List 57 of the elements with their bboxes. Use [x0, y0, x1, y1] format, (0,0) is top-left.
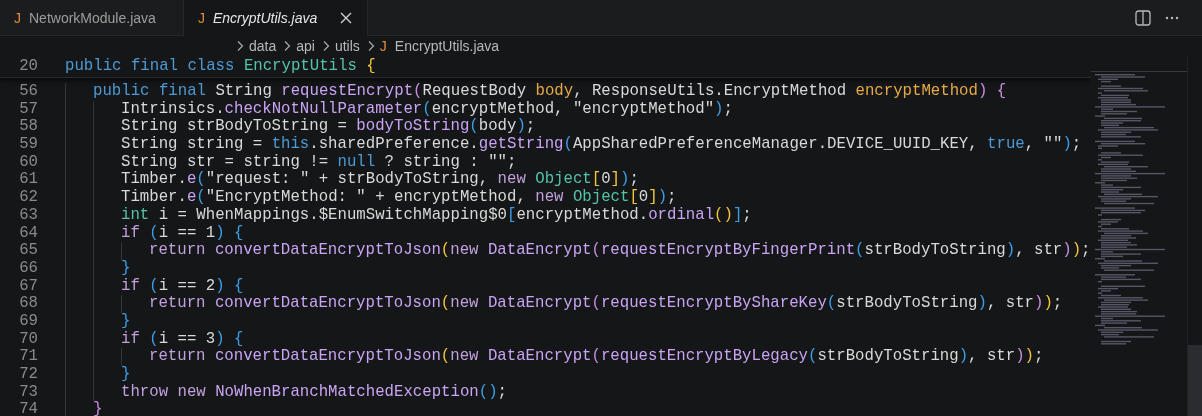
code-line: throw new NoWhenBranchMatchedException();: [65, 383, 507, 402]
line-number: 61: [18, 171, 38, 190]
line-number: 62: [18, 189, 38, 207]
code-line: String str = string != null ? string : "";: [65, 153, 517, 172]
line-number: 69: [18, 312, 38, 331]
breadcrumb-label: EncryptUtils.java: [394, 38, 500, 54]
line-number: 60: [18, 153, 38, 172]
line-number: 66: [18, 259, 38, 278]
line-number: 58: [18, 118, 38, 137]
line-number: 70: [18, 330, 38, 349]
code-line: }: [65, 259, 131, 278]
chevron-icon[interactable]: [366, 40, 375, 52]
code-line: if (i == 2) {: [65, 277, 244, 296]
tab-label: NetworkModule.java: [29, 9, 156, 26]
java-file-icon: J: [379, 38, 387, 54]
code-line: return convertDataEncryptToJson(new DataEncrypt(requestEncryptByShareKey(strBodyToString), str));: [65, 295, 1063, 313]
code-line: String string = this.sharedPreference.getString(AppSharedPreferenceManager.DEVICE_UUID_KEY, true, "");: [65, 136, 1082, 154]
breadcrumb-item[interactable]: data: [249, 38, 277, 54]
code-line: }: [65, 312, 131, 331]
code-line: Intrinsics.checkNotNullParameter(encryptMethod, "encryptMethod");: [65, 100, 733, 119]
code-line: }: [65, 401, 103, 416]
java-file-icon: J: [198, 10, 205, 26]
line-number: 59: [18, 136, 38, 154]
line-number: 73: [18, 383, 38, 402]
code-line: public final String requestEncrypt(RequestBody body, ResponseUtils.EncryptMethod encryptMethod) {: [65, 83, 1007, 101]
breadcrumb-item[interactable]: utils: [334, 38, 360, 54]
line-number: 72: [18, 366, 38, 384]
breadcrumb-item[interactable]: api: [296, 38, 315, 54]
scrollbar-thumb[interactable]: [1188, 345, 1202, 416]
line-number: 74: [18, 401, 38, 416]
code-line: public final class EncryptUtils {: [65, 56, 376, 77]
close-icon[interactable]: [339, 11, 353, 25]
line-number: 64: [18, 224, 38, 243]
code-line: if (i == 3) {: [65, 330, 244, 349]
code-line: return convertDataEncryptToJson(new DataEncrypt(requestEncryptByLegacy(strBodyToString), str));: [65, 348, 1044, 366]
code-line: return convertDataEncryptToJson(new DataEncrypt(requestEncryptByFingerPrint(strBodyToString), str));: [65, 242, 1091, 260]
line-number: 63: [18, 206, 38, 225]
line-number: 56: [18, 83, 38, 101]
line-number: 65: [18, 242, 38, 260]
chevron-icon[interactable]: [321, 40, 330, 52]
code-line: Timber.e("request: " + strBodyToString, new Object[0]);: [65, 171, 639, 190]
line-number: 71: [18, 348, 38, 366]
code-line: }: [65, 366, 131, 384]
line-number: 67: [18, 277, 38, 296]
code-line: int i = WhenMappings.$EnumSwitchMapping$0[encryptMethod.ordinal()];: [65, 206, 752, 225]
split-editor-icon[interactable]: [1135, 9, 1151, 26]
chevron-icon[interactable]: [236, 40, 244, 52]
java-file-icon: J: [14, 9, 21, 26]
chevron-icon[interactable]: [283, 40, 292, 52]
line-number: 57: [18, 100, 38, 119]
editor-tab[interactable]: J EncryptUtils.java: [184, 0, 368, 36]
code-line: String strBodyToString = bodyToString(body);: [65, 118, 536, 137]
code-line: Timber.e("EncryptMethod: " + encryptMethod, new Object[0]);: [65, 189, 677, 207]
code-line: if (i == 1) {: [65, 224, 244, 243]
line-number: 68: [18, 295, 38, 313]
tab-label: EncryptUtils.java: [213, 10, 318, 26]
line-number: 20: [18, 56, 38, 77]
